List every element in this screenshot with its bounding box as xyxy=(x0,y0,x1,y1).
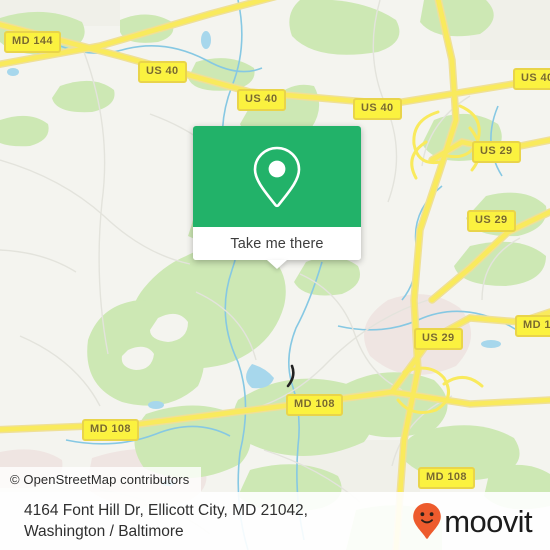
road-shield-label: MD 108 xyxy=(82,419,139,441)
moovit-wordmark: moovit xyxy=(444,503,532,539)
moovit-smiley-pin-icon xyxy=(413,503,442,539)
road-shield-label: US 29 xyxy=(414,328,463,350)
popup-header xyxy=(193,126,361,227)
road-shield-label: US 40 xyxy=(237,89,286,111)
map-screenshot: MD 144 US 40 US 40 US 40 US 40 US 29 US 29 US 2… xyxy=(0,0,550,550)
moovit-logo[interactable]: moovit xyxy=(412,502,533,540)
road-shield-label: US 29 xyxy=(472,141,521,163)
road-shield-label: MD 144 xyxy=(4,31,61,53)
bottom-info-bar: 4164 Font Hill Dr, Ellicott City, MD 210… xyxy=(0,492,550,550)
map-pin-icon xyxy=(253,146,301,207)
road-shield-label: US 40 xyxy=(353,98,402,120)
road-shield-label: US 40 xyxy=(138,61,187,83)
osm-attribution[interactable]: © OpenStreetMap contributors xyxy=(0,467,202,492)
road-shield-label: US 40 xyxy=(513,68,550,90)
road-shield-label: MD 103 xyxy=(515,315,550,337)
take-me-there-label[interactable]: Take me there xyxy=(230,236,323,252)
popup-footer[interactable]: Take me there xyxy=(193,227,361,260)
road-shield-label: US 29 xyxy=(467,210,516,232)
address-line-2: Washington / Baltimore xyxy=(24,523,184,540)
road-shield-label: MD 108 xyxy=(418,467,475,489)
location-popup-card[interactable]: Take me there xyxy=(193,126,361,269)
address-block: 4164 Font Hill Dr, Ellicott City, MD 210… xyxy=(24,500,308,542)
osm-attribution-label: © OpenStreetMap contributors xyxy=(10,472,190,487)
road-shield-label: MD 108 xyxy=(286,394,343,416)
popup-pointer-tail xyxy=(267,260,287,269)
address-line-1: 4164 Font Hill Dr, Ellicott City, MD 210… xyxy=(24,502,308,519)
